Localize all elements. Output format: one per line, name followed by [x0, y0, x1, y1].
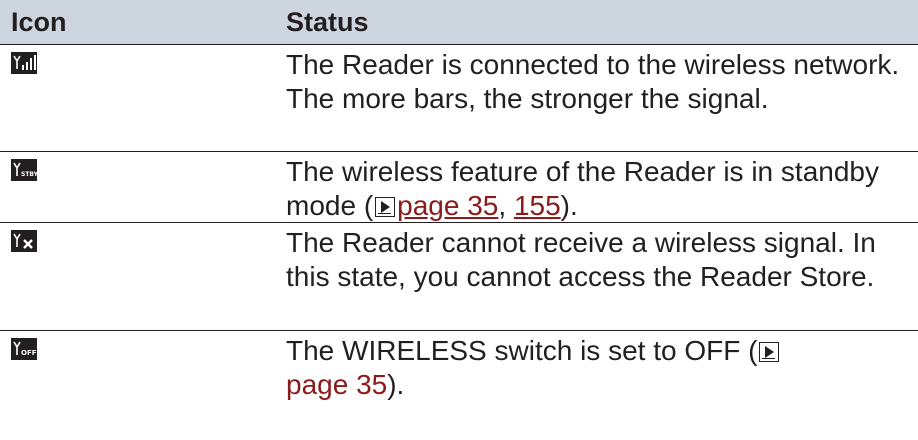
status-text: The Reader is connected to the wireless … [286, 49, 900, 114]
wireless-signal-bars-icon [11, 52, 37, 74]
status-text: The wireless feature of the Reader is in… [286, 156, 879, 221]
svg-text:OFF: OFF [21, 349, 37, 357]
page-link[interactable]: page 35 [397, 190, 498, 221]
table-row: The Reader cannot receive a wireless sig… [0, 223, 918, 331]
page-link[interactable]: page 35 [286, 369, 387, 400]
page-reference-icon [759, 342, 780, 362]
page-link[interactable]: 155 [514, 190, 561, 221]
wireless-status-table: Icon Status The Reader is connected to t… [0, 0, 918, 402]
status-text: The WIRELESS switch is set to OFF (page … [278, 331, 918, 402]
table-row: OFF The WIRELESS switch is set to OFF (p… [0, 331, 918, 402]
wireless-off-icon: OFF [11, 338, 37, 360]
wireless-no-signal-icon [11, 230, 37, 252]
page-reference-icon [375, 197, 396, 217]
wireless-standby-icon: STBY [11, 159, 37, 181]
table-row: STBY The wireless feature of the Reader … [0, 152, 918, 223]
status-text: The Reader cannot receive a wireless sig… [286, 227, 876, 292]
header-icon-column: Icon [11, 6, 67, 37]
svg-text:STBY: STBY [21, 171, 37, 178]
table-header: Icon Status [0, 0, 918, 45]
table-row: The Reader is connected to the wireless … [0, 45, 918, 152]
header-status-column: Status [286, 6, 369, 37]
